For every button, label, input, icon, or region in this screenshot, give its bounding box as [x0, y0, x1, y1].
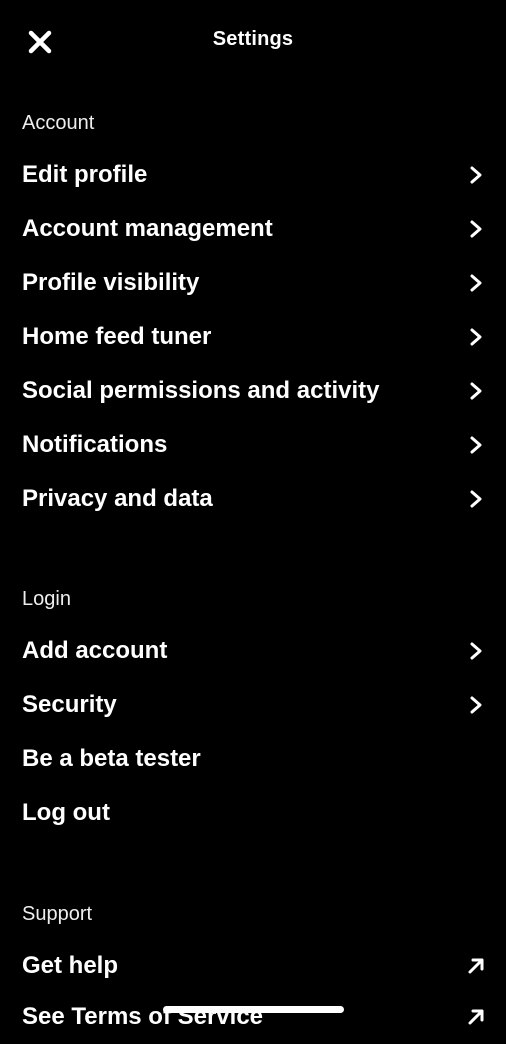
menu-item-profile-visibility[interactable]: Profile visibility: [0, 256, 506, 310]
chevron-right-icon: [470, 490, 482, 508]
menu-item-privacy-and-data[interactable]: Privacy and data: [0, 472, 506, 526]
menu-item-label: Get help: [22, 952, 119, 979]
menu-item-label: Notifications: [22, 431, 168, 458]
page-title: Settings: [212, 28, 294, 50]
menu-item-home-feed-tuner[interactable]: Home feed tuner: [0, 310, 506, 364]
section-label-account: Account: [22, 112, 95, 134]
section-label-login: Login: [22, 588, 71, 610]
menu-item-security[interactable]: Security: [0, 678, 506, 732]
menu-item-label: Log out: [22, 799, 110, 826]
menu-item-label: Be a beta tester: [22, 745, 201, 772]
home-indicator: [163, 1006, 344, 1013]
chevron-right-icon: [470, 166, 482, 184]
menu-item-beta-tester[interactable]: Be a beta tester: [0, 732, 506, 786]
chevron-right-icon: [470, 328, 482, 346]
menu-item-label: Edit profile: [22, 161, 148, 188]
menu-item-label: Social permissions and activity: [22, 377, 380, 404]
menu-item-notifications[interactable]: Notifications: [0, 418, 506, 472]
menu-item-add-account[interactable]: Add account: [0, 624, 506, 678]
menu-item-label: Privacy and data: [22, 485, 213, 512]
chevron-right-icon: [470, 220, 482, 238]
menu-item-get-help[interactable]: Get help: [0, 939, 506, 993]
menu-item-terms-of-service[interactable]: See Terms of Service: [0, 990, 506, 1044]
chevron-right-icon: [470, 436, 482, 454]
external-link-arrow-icon: [468, 1009, 484, 1025]
chevron-right-icon: [470, 696, 482, 714]
section-label-support: Support: [22, 903, 93, 925]
header: Settings: [0, 0, 506, 80]
chevron-right-icon: [470, 274, 482, 292]
menu-item-log-out[interactable]: Log out: [0, 786, 506, 840]
menu-item-label: Home feed tuner: [22, 323, 212, 350]
menu-item-label: Account management: [22, 215, 273, 242]
chevron-right-icon: [470, 382, 482, 400]
menu-item-edit-profile[interactable]: Edit profile: [0, 148, 506, 202]
menu-item-label: Add account: [22, 637, 168, 664]
menu-item-social-permissions[interactable]: Social permissions and activity: [0, 364, 506, 418]
menu-item-label: Security: [22, 691, 117, 718]
chevron-right-icon: [470, 642, 482, 660]
menu-item-label: Profile visibility: [22, 269, 200, 296]
external-link-arrow-icon: [468, 958, 484, 974]
menu-item-account-management[interactable]: Account management: [0, 202, 506, 256]
